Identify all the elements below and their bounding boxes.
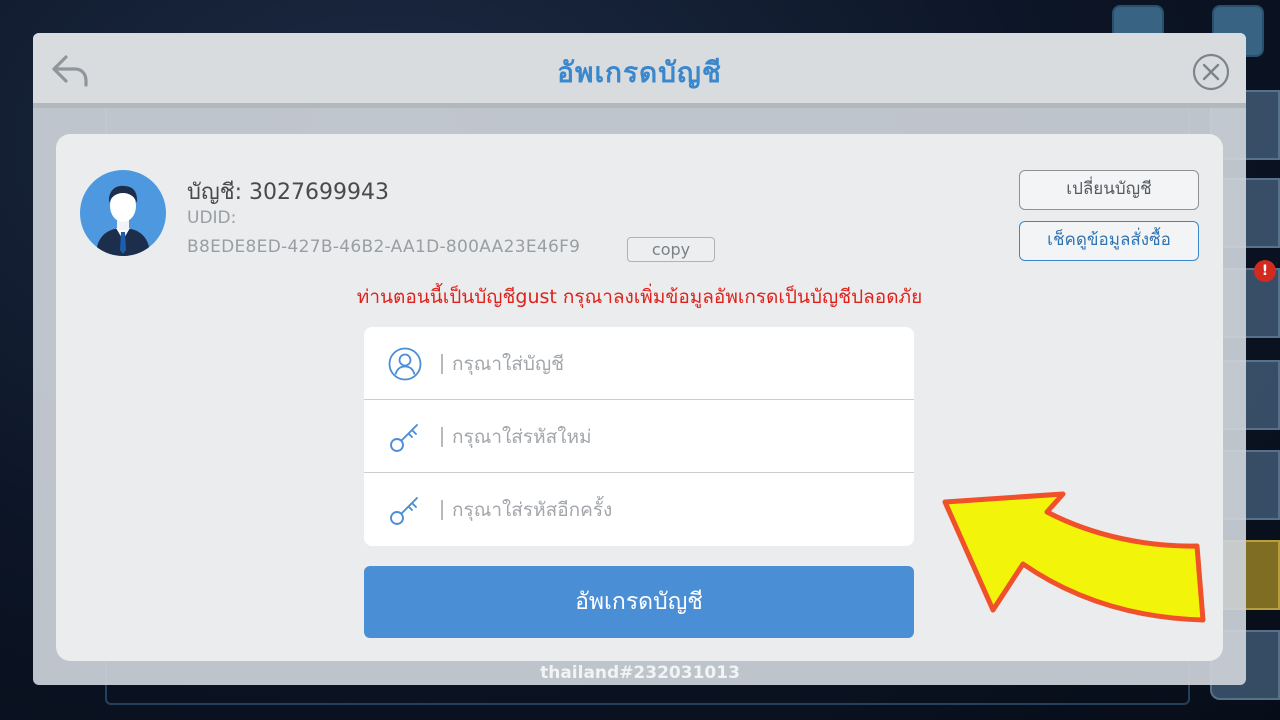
upgrade-account-button[interactable]: อัพเกรดบัญชี [364, 566, 914, 638]
password-field-row [364, 400, 914, 473]
dialog-title: อัพเกรดบัญชี [557, 56, 722, 89]
server-label: thailand#232031013 [540, 663, 740, 683]
new-password-input[interactable] [452, 418, 882, 456]
alert-badge-icon: ! [1254, 260, 1276, 282]
user-circle-icon [388, 347, 422, 381]
check-purchase-button[interactable]: เช็คดูข้อมูลสั่งซื้อ [1019, 221, 1199, 261]
field-separator [441, 354, 443, 374]
udid-label: UDID: [187, 208, 237, 228]
switch-account-button[interactable]: เปลี่ยนบัญชี [1019, 170, 1199, 210]
pointer-arrow-annotation [942, 491, 1206, 623]
udid-value: B8EDE8ED-427B-46B2-AA1D-800AA23E46F9 [187, 237, 581, 257]
account-id: บัญชี: 3027699943 [187, 180, 390, 205]
close-circle-icon[interactable] [1192, 53, 1230, 91]
account-field-row [364, 327, 914, 400]
account-input[interactable] [452, 345, 882, 383]
guest-warning-text: ท่านตอนนี้เป็นบัญชีgust กรุณาลงเพิ่มข้อม… [356, 286, 923, 308]
user-avatar-icon [80, 170, 166, 256]
key-icon [390, 424, 418, 452]
upgrade-form [364, 327, 914, 546]
confirm-password-input[interactable] [452, 491, 882, 529]
field-separator [441, 500, 443, 520]
field-separator [441, 427, 443, 447]
dialog-header: อัพเกรดบัญชี [33, 33, 1246, 108]
confirm-field-row [364, 473, 914, 546]
copy-button[interactable]: copy [627, 237, 715, 262]
key-icon [390, 497, 418, 525]
